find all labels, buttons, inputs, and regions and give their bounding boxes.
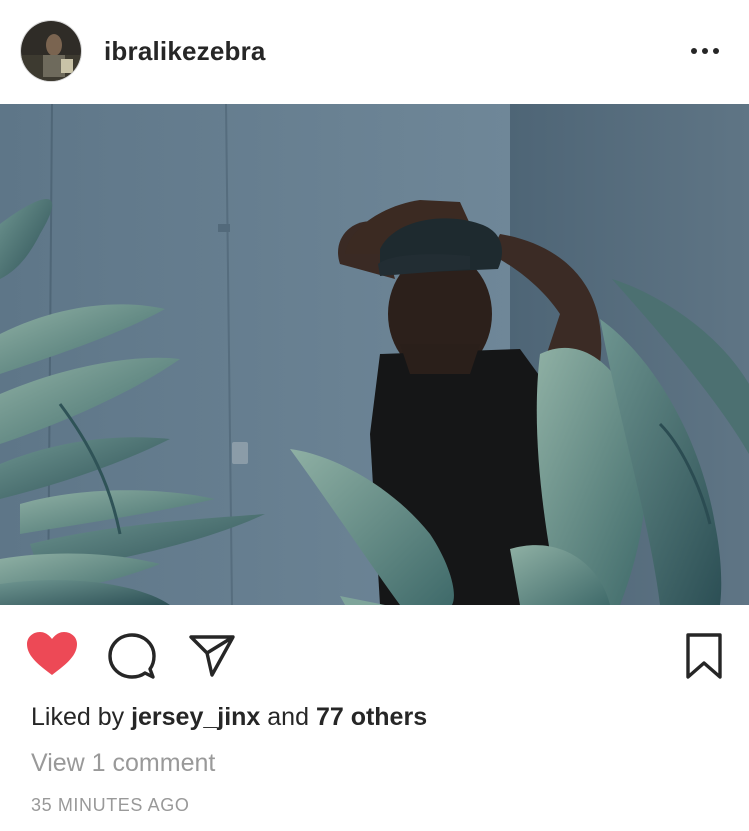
view-comments-link[interactable]: View 1 comment bbox=[31, 749, 215, 778]
avatar-image bbox=[21, 21, 81, 81]
post-username[interactable]: ibralikezebra bbox=[104, 36, 266, 67]
post-header: ibralikezebra bbox=[0, 0, 749, 104]
post-timestamp: 35 MINUTES AGO bbox=[31, 795, 190, 815]
save-button[interactable] bbox=[684, 631, 724, 681]
more-options-icon bbox=[691, 48, 719, 54]
bookmark-icon bbox=[686, 633, 722, 679]
avatar[interactable] bbox=[20, 20, 82, 82]
share-button[interactable] bbox=[188, 631, 236, 679]
heart-icon bbox=[27, 632, 77, 675]
likes-joiner: and bbox=[260, 703, 316, 731]
post-photo-image bbox=[0, 104, 749, 605]
share-icon bbox=[189, 635, 235, 677]
comment-button[interactable] bbox=[106, 631, 156, 681]
likes-others[interactable]: 77 others bbox=[316, 703, 427, 731]
like-button[interactable] bbox=[26, 631, 78, 677]
more-options-button[interactable] bbox=[688, 38, 722, 64]
liker-username[interactable]: jersey_jinx bbox=[131, 703, 260, 731]
post-photo[interactable] bbox=[0, 104, 749, 605]
action-bar bbox=[0, 605, 749, 700]
likes-prefix: Liked by bbox=[31, 703, 132, 731]
comment-icon bbox=[108, 633, 156, 679]
likes-summary: Liked by jersey_jinx and 77 others bbox=[31, 703, 427, 732]
